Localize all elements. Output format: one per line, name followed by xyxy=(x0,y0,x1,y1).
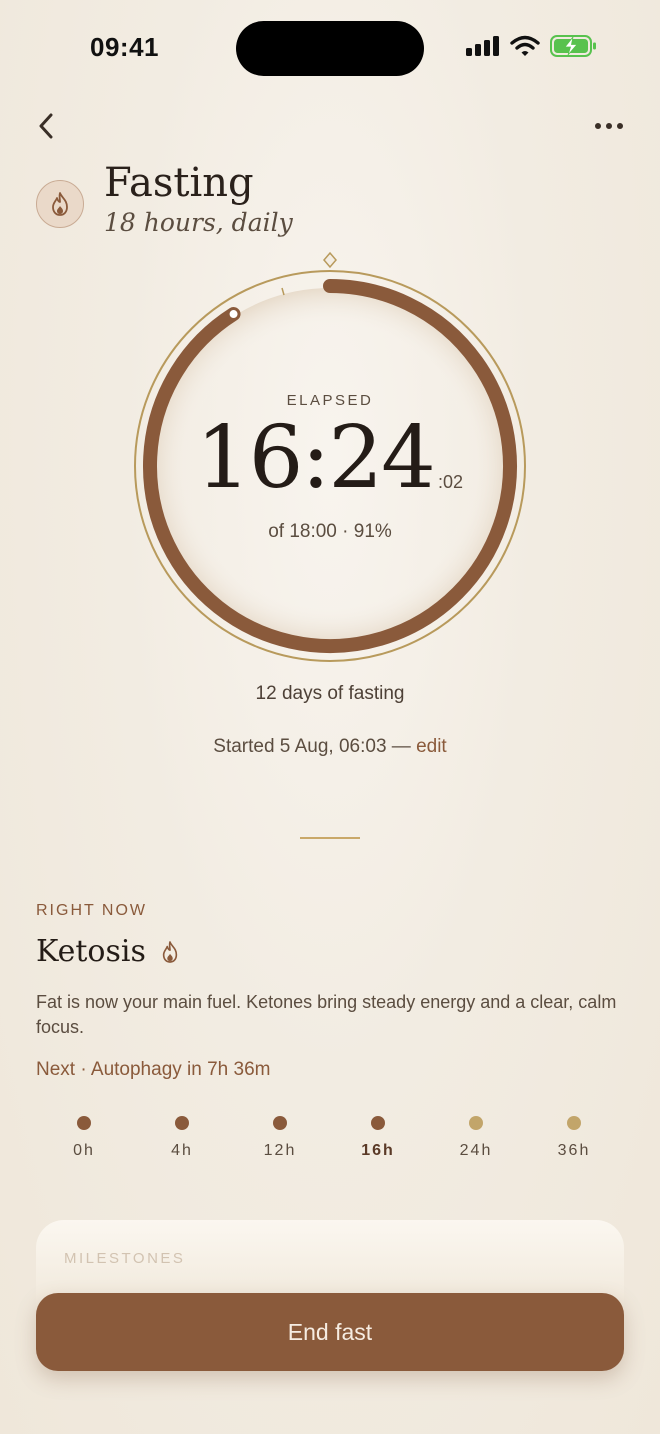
tick-marker xyxy=(281,287,285,296)
flame-icon xyxy=(162,940,178,963)
status-icons xyxy=(466,34,598,58)
timeline-dot xyxy=(371,1116,385,1130)
timeline-dot xyxy=(175,1116,189,1130)
fasting-plan-icon xyxy=(36,180,84,228)
elapsed-seconds: :02 xyxy=(438,472,464,492)
flame-icon xyxy=(52,192,68,216)
timeline-dot xyxy=(567,1116,581,1130)
timeline-step: 36h xyxy=(544,1114,604,1160)
timeline-step: 0h xyxy=(54,1114,114,1160)
battery-charging-icon xyxy=(550,35,596,57)
right-now-label: RIGHT NOW xyxy=(36,902,148,919)
timeline-dot xyxy=(469,1116,483,1130)
goal-marker-icon xyxy=(323,251,337,269)
back-button[interactable] xyxy=(30,110,62,142)
timeline-dot xyxy=(77,1116,91,1130)
more-horizontal-icon xyxy=(595,123,623,129)
started-info: Started 5 Aug, 06:03 — edit xyxy=(0,736,660,758)
timeline-label: 16h xyxy=(361,1142,395,1159)
phase-description: Fat is now your main fuel. Ketones bring… xyxy=(36,992,617,1037)
elapsed-time: 16:24 xyxy=(196,408,436,508)
phase-name: Ketosis xyxy=(36,934,146,969)
phase-title: Ketosis xyxy=(36,934,180,969)
end-fast-button[interactable]: End fast xyxy=(36,1293,624,1371)
page-subtitle: 18 hours, daily xyxy=(104,208,293,237)
wifi-icon xyxy=(510,35,540,56)
timeline-step: 16h xyxy=(348,1114,408,1160)
started-text: Started 5 Aug, 06:03 — xyxy=(213,736,417,757)
phase-timeline: 0h 4h 12h 16h 24h 36h xyxy=(36,1114,624,1164)
progress-knob xyxy=(229,310,238,319)
section-divider xyxy=(300,837,360,839)
timeline-dot xyxy=(273,1116,287,1130)
streak-text: 12 days of fasting xyxy=(255,683,405,704)
next-phase: Next · Autophagy in 7h 36m xyxy=(36,1059,271,1080)
edit-start-link[interactable]: edit xyxy=(416,736,447,757)
target-progress: of 18:00 · 91% xyxy=(268,521,392,542)
cellular-signal-icon xyxy=(466,36,499,56)
timeline-label: 12h xyxy=(263,1142,297,1159)
timeline-label: 4h xyxy=(171,1142,193,1159)
status-time: 09:41 xyxy=(90,32,159,62)
chevron-left-icon xyxy=(39,113,53,139)
timeline-step: 4h xyxy=(152,1114,212,1160)
timeline-step: 24h xyxy=(446,1114,506,1160)
timeline-step: 12h xyxy=(250,1114,310,1160)
timeline-label: 0h xyxy=(73,1142,95,1159)
timeline-label: 36h xyxy=(557,1142,591,1159)
more-options-button[interactable] xyxy=(590,112,628,140)
timeline-label: 24h xyxy=(459,1142,493,1159)
milestones-label: MILESTONES xyxy=(64,1250,186,1267)
elapsed-label: ELAPSED xyxy=(286,392,374,409)
page-title: Fasting xyxy=(104,160,254,206)
dynamic-island xyxy=(236,21,424,76)
